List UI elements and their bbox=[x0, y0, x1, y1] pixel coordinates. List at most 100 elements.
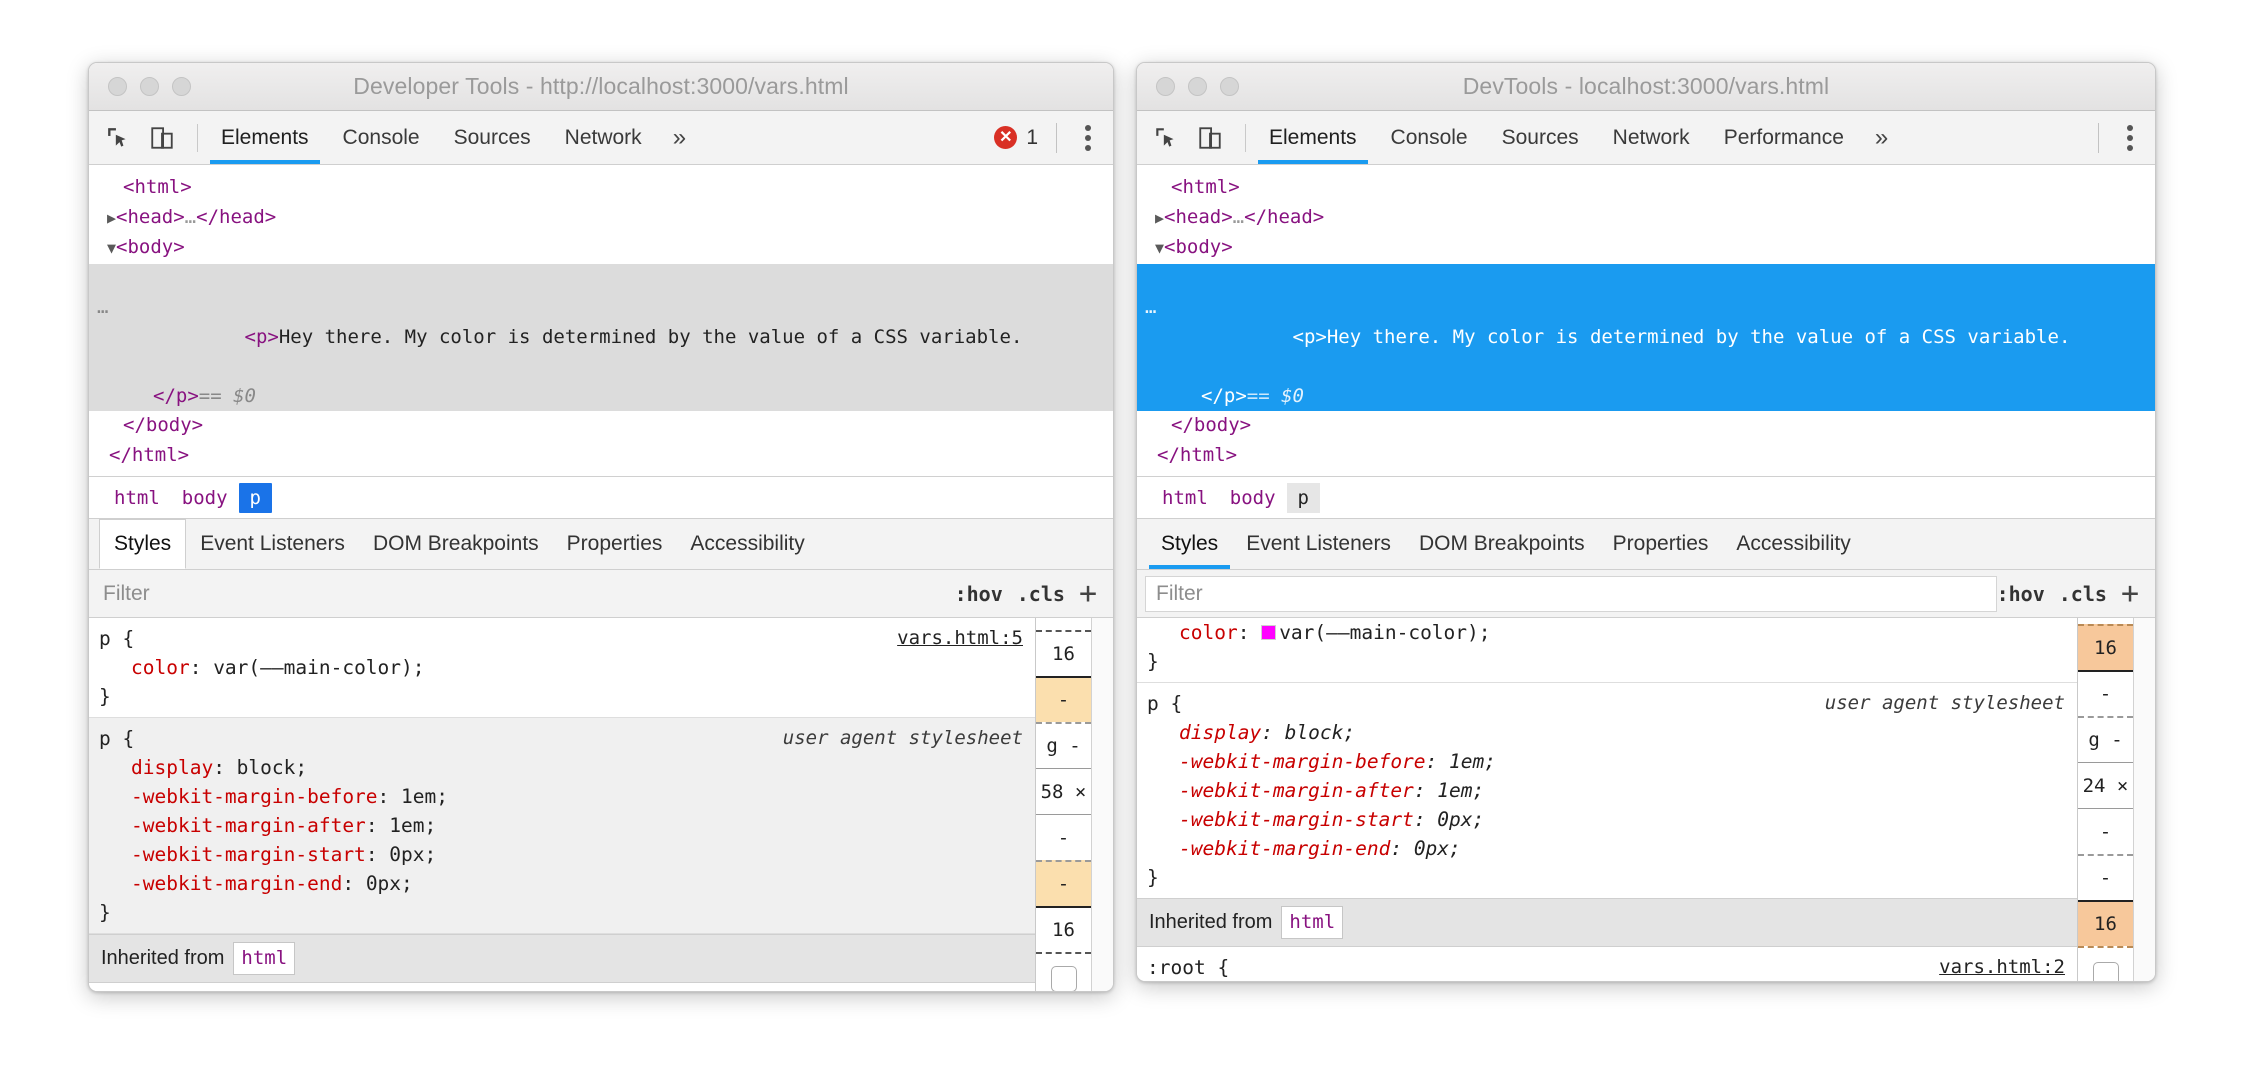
color-swatch[interactable] bbox=[1261, 625, 1276, 640]
breadcrumb-item-body[interactable]: body bbox=[171, 483, 239, 513]
box-model-content-size[interactable]: 58 × bbox=[1036, 768, 1091, 814]
maximize-window-button[interactable] bbox=[1220, 77, 1239, 96]
dom-row-selected-2[interactable]: </p>== $0 bbox=[1137, 382, 2155, 412]
inherited-from-element[interactable]: html bbox=[1281, 906, 1343, 939]
css-declaration[interactable]: -webkit-margin-before: 1em; bbox=[1137, 747, 2077, 776]
box-model-border-top[interactable]: - bbox=[2078, 670, 2133, 716]
css-declaration[interactable]: -webkit-margin-end: 0px; bbox=[89, 869, 1035, 898]
breadcrumb-item-p[interactable]: p bbox=[239, 483, 272, 513]
css-declaration[interactable]: -webkit-margin-start: 0px; bbox=[89, 840, 1035, 869]
dom-row[interactable]: </html> bbox=[1137, 441, 2155, 471]
rule-origin-link[interactable]: vars.html:5 bbox=[897, 624, 1023, 653]
breadcrumb-item-p[interactable]: p bbox=[1287, 483, 1320, 513]
tab-sources[interactable]: Sources bbox=[437, 111, 548, 164]
box-model-padding-bottom[interactable]: - bbox=[2078, 808, 2133, 854]
tab-properties[interactable]: Properties bbox=[553, 519, 677, 569]
box-model-margin-bottom[interactable]: 16 bbox=[1036, 906, 1091, 952]
show-all-checkbox[interactable] bbox=[2093, 962, 2119, 981]
dom-row[interactable]: ▶<head>…</head> bbox=[1137, 203, 2155, 234]
dom-row[interactable]: ▶<head>…</head> bbox=[89, 203, 1113, 234]
show-all-checkbox[interactable] bbox=[1051, 966, 1077, 991]
tab-console[interactable]: Console bbox=[326, 111, 437, 164]
dom-row[interactable]: </html> bbox=[89, 441, 1113, 471]
traffic-lights-left[interactable] bbox=[108, 77, 191, 96]
collapse-triangle-icon[interactable]: ▼ bbox=[1149, 239, 1164, 257]
tab-elements[interactable]: Elements bbox=[204, 111, 326, 164]
dom-row[interactable]: <html> bbox=[1137, 173, 2155, 203]
expand-triangle-icon[interactable]: ▶ bbox=[101, 209, 116, 227]
maximize-window-button[interactable] bbox=[172, 77, 191, 96]
overflow-menu-icon[interactable] bbox=[2117, 125, 2143, 151]
new-style-rule-button[interactable]: + bbox=[1079, 579, 1097, 609]
tab-properties[interactable]: Properties bbox=[1599, 519, 1723, 569]
more-tabs-chevron-icon[interactable]: » bbox=[659, 111, 700, 164]
new-style-rule-button[interactable]: + bbox=[2121, 579, 2139, 609]
css-declaration[interactable]: -webkit-margin-after: 1em; bbox=[89, 811, 1035, 840]
minimize-window-button[interactable] bbox=[140, 77, 159, 96]
box-model-padding-top[interactable]: g - bbox=[1036, 722, 1091, 768]
tab-styles[interactable]: Styles bbox=[99, 519, 186, 569]
dom-row[interactable]: </body> bbox=[89, 411, 1113, 441]
rule-selector[interactable]: :root { bbox=[1137, 953, 2077, 981]
css-declaration[interactable]: -webkit-margin-after: 1em; bbox=[1137, 776, 2077, 805]
close-window-button[interactable] bbox=[108, 77, 127, 96]
cls-toggle[interactable]: .cls bbox=[1017, 582, 1065, 606]
close-window-button[interactable] bbox=[1156, 77, 1175, 96]
css-declaration[interactable]: -webkit-margin-start: 0px; bbox=[1137, 805, 2077, 834]
hov-toggle[interactable]: :hov bbox=[955, 582, 1003, 606]
box-model-content-size[interactable]: 24 × bbox=[2078, 762, 2133, 808]
dom-row-selected[interactable]: … <p>Hey there. My color is determined b… bbox=[1137, 264, 2155, 382]
dom-row[interactable]: ▼<body> bbox=[1137, 233, 2155, 264]
tab-network[interactable]: Network bbox=[1596, 111, 1707, 164]
traffic-lights-right[interactable] bbox=[1156, 77, 1239, 96]
styles-scrollbar-right[interactable] bbox=[2133, 618, 2155, 981]
css-declaration[interactable]: -webkit-margin-end: 0px; bbox=[1137, 834, 2077, 863]
hov-toggle[interactable]: :hov bbox=[1997, 582, 2045, 606]
tab-sources[interactable]: Sources bbox=[1485, 111, 1596, 164]
minimize-window-button[interactable] bbox=[1188, 77, 1207, 96]
rule-origin-link[interactable]: vars.html:2 bbox=[897, 989, 1023, 991]
device-toolbar-icon[interactable] bbox=[1195, 123, 1225, 153]
breadcrumb-item-html[interactable]: html bbox=[103, 483, 171, 513]
tab-event-listeners[interactable]: Event Listeners bbox=[1232, 519, 1405, 569]
tab-console[interactable]: Console bbox=[1374, 111, 1485, 164]
box-model-border-top[interactable]: - bbox=[1036, 676, 1091, 722]
collapse-triangle-icon[interactable]: ▼ bbox=[101, 239, 116, 257]
css-declaration[interactable]: color: var(––main-color); bbox=[1137, 618, 2077, 647]
more-tabs-chevron-icon[interactable]: » bbox=[1861, 111, 1902, 164]
box-model-padding-top[interactable]: g - bbox=[2078, 716, 2133, 762]
error-badge[interactable]: ✕ 1 bbox=[994, 126, 1038, 150]
rule-selector[interactable]: :root { bbox=[89, 989, 1035, 991]
box-model-margin-top[interactable]: 16 bbox=[2078, 624, 2133, 670]
css-declaration[interactable]: -webkit-margin-before: 1em; bbox=[89, 782, 1035, 811]
tab-elements[interactable]: Elements bbox=[1252, 111, 1374, 164]
tab-accessibility[interactable]: Accessibility bbox=[676, 519, 818, 569]
filter-input[interactable]: Filter bbox=[1145, 576, 1997, 612]
tab-dom-breakpoints[interactable]: DOM Breakpoints bbox=[359, 519, 553, 569]
cls-toggle[interactable]: .cls bbox=[2059, 582, 2107, 606]
rule-selector[interactable]: p { bbox=[89, 624, 1035, 653]
css-declaration[interactable]: display: block; bbox=[89, 753, 1035, 782]
dom-row-selected[interactable]: … <p>Hey there. My color is determined b… bbox=[89, 264, 1113, 382]
inherited-from-element[interactable]: html bbox=[233, 942, 295, 975]
styles-scrollbar-left[interactable] bbox=[1091, 618, 1113, 991]
device-toolbar-icon[interactable] bbox=[147, 123, 177, 153]
breadcrumb-item-html[interactable]: html bbox=[1151, 483, 1219, 513]
expand-triangle-icon[interactable]: ▶ bbox=[1149, 209, 1164, 227]
filter-input[interactable]: Filter bbox=[89, 582, 955, 606]
tab-event-listeners[interactable]: Event Listeners bbox=[186, 519, 359, 569]
inspect-element-icon[interactable] bbox=[1151, 123, 1181, 153]
dom-row[interactable]: </body> bbox=[1137, 411, 2155, 441]
dom-row-selected-2[interactable]: </p>== $0 bbox=[89, 382, 1113, 412]
dom-row[interactable]: ▼<body> bbox=[89, 233, 1113, 264]
overflow-menu-icon[interactable] bbox=[1075, 125, 1101, 151]
tab-network[interactable]: Network bbox=[548, 111, 659, 164]
box-model-margin-top[interactable]: 16 bbox=[1036, 630, 1091, 676]
box-model-margin-bottom[interactable]: 16 bbox=[2078, 900, 2133, 946]
box-model-padding-bottom[interactable]: - bbox=[1036, 814, 1091, 860]
inspect-element-icon[interactable] bbox=[103, 123, 133, 153]
dom-row[interactable]: <html> bbox=[89, 173, 1113, 203]
tab-performance[interactable]: Performance bbox=[1707, 111, 1861, 164]
box-model-border-bottom[interactable]: - bbox=[2078, 854, 2133, 900]
box-model-border-bottom[interactable]: - bbox=[1036, 860, 1091, 906]
